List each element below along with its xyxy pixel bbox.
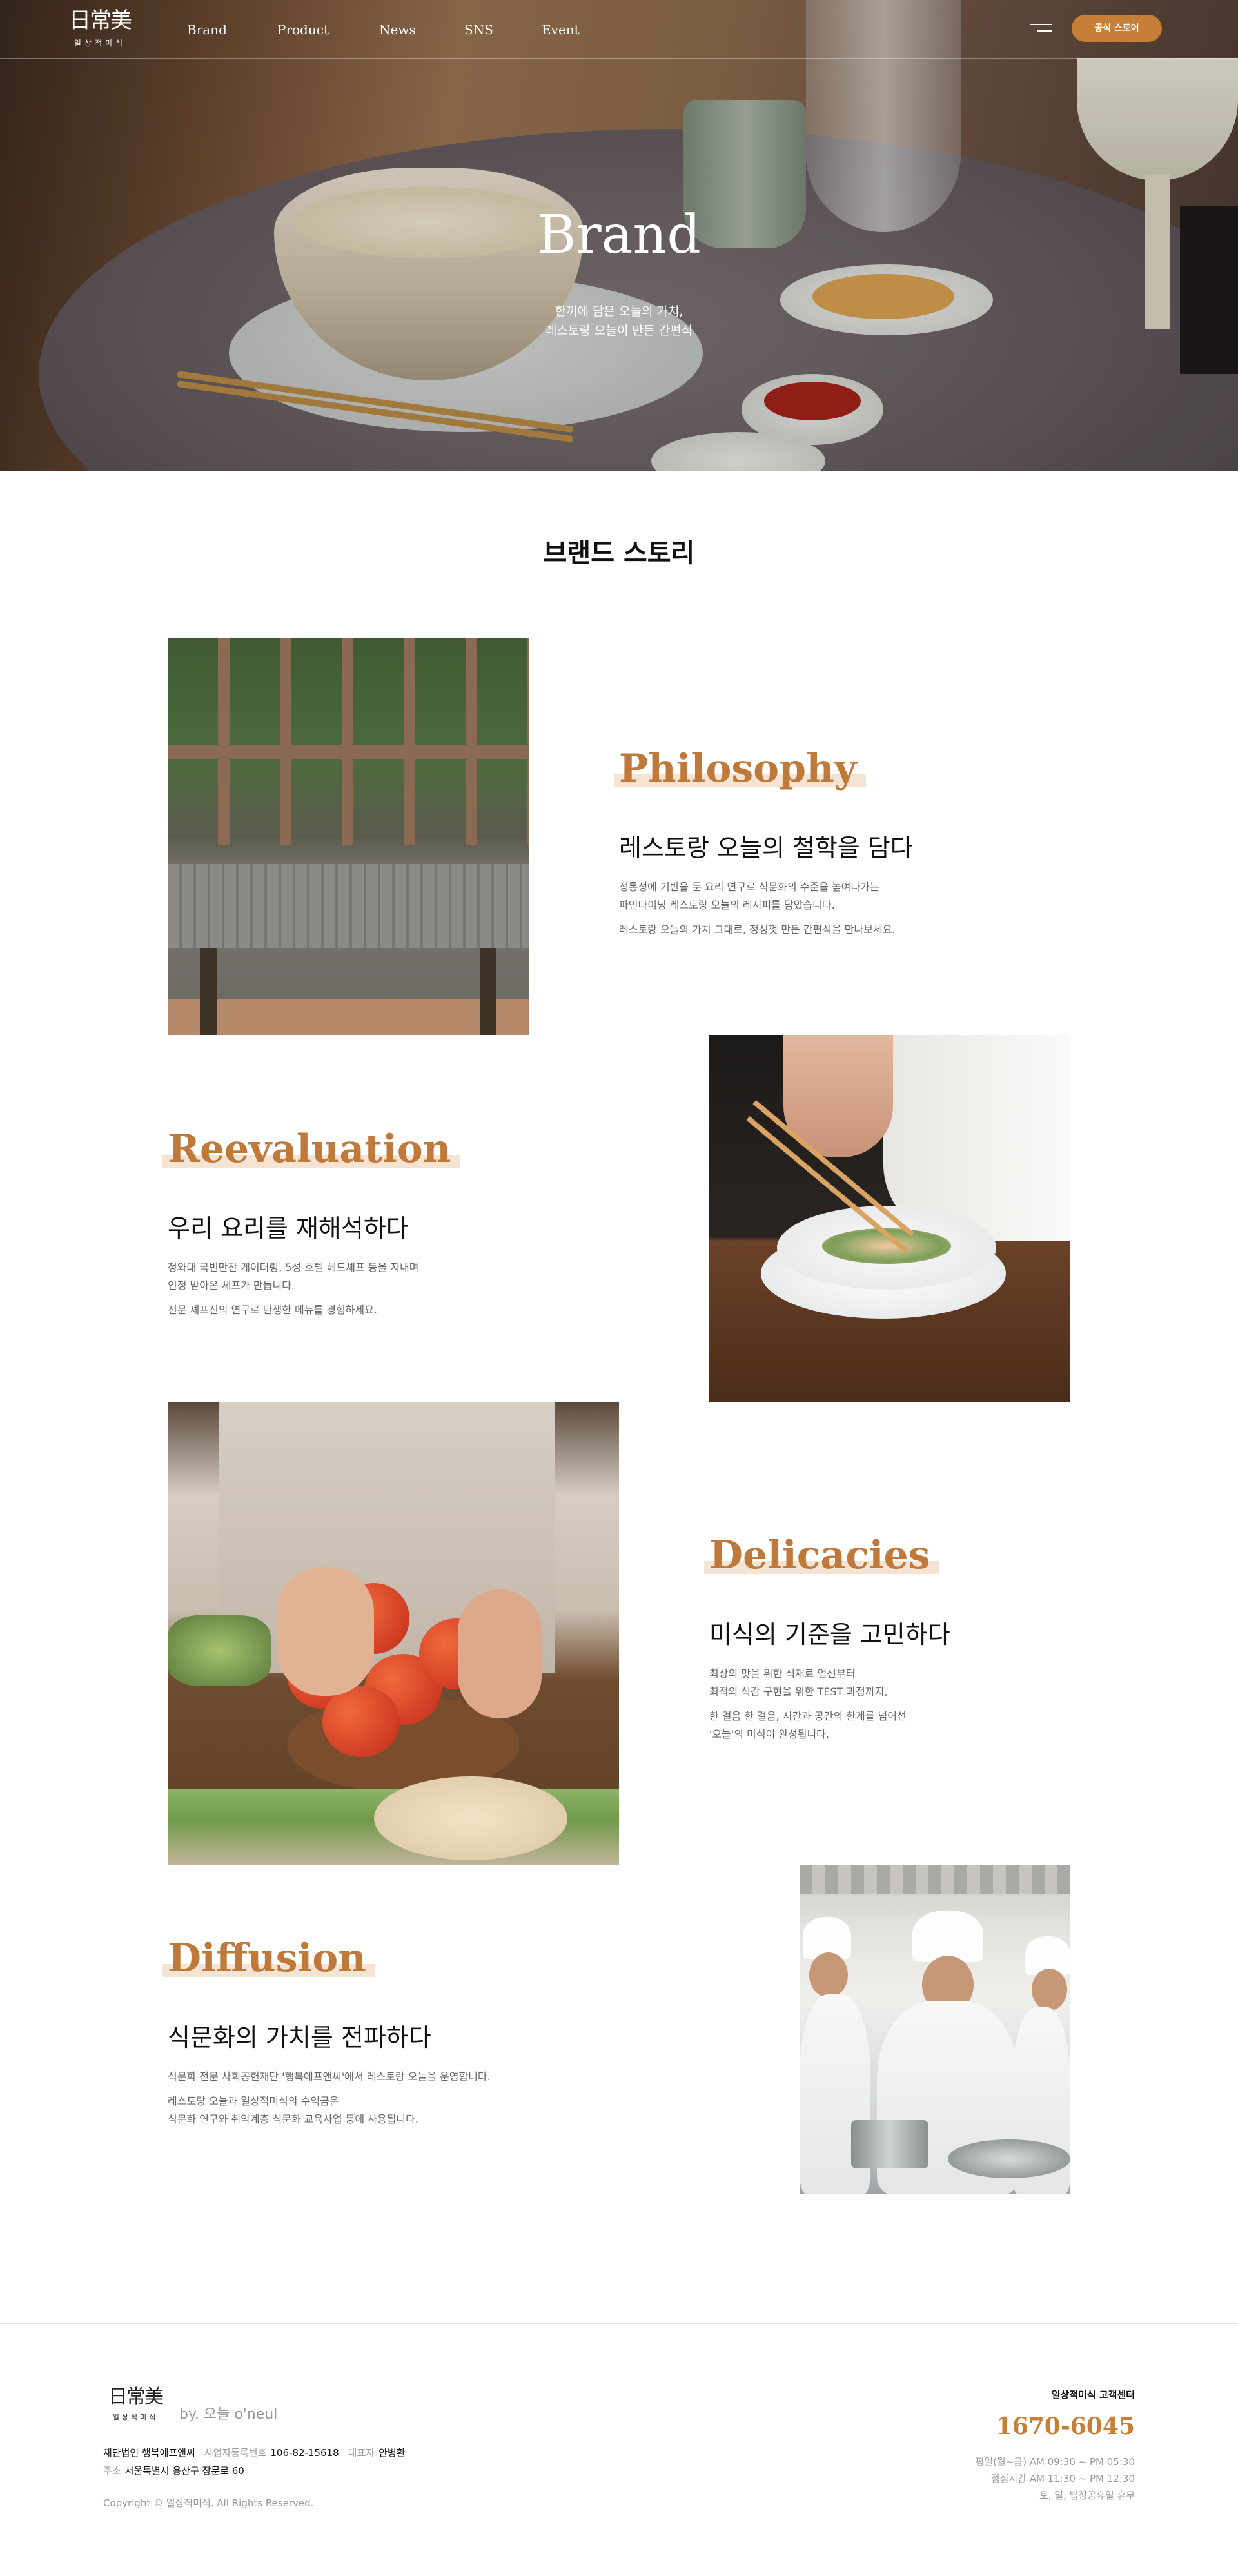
body-line: 레스토랑 오늘과 일상적미식의 수익금은 — [168, 2095, 339, 2107]
footer-divider — [0, 2323, 1238, 2324]
diffusion-body: 식문화 전문 사회공헌재단 '행복에프앤씨'에서 레스토랑 오늘을 운영합니다.… — [168, 2068, 491, 2129]
footer-company-info: 재단법인 행복에프앤씨 사업자등록번호 106-82-15618 대표자 안병환 주소 서… — [103, 2444, 405, 2480]
hero-subtitle-line: 레스토랑 오늘이 만든 간편식 — [545, 324, 693, 338]
body-line: 최적의 식감 구현을 위한 TEST 과정까지, — [709, 1686, 888, 1698]
footer-logo-subtitle: 일상적미식 — [112, 2413, 159, 2421]
nav-event[interactable]: Event — [542, 21, 580, 38]
nav-brand[interactable]: Brand — [187, 21, 227, 38]
philosophy-body: 정통성에 기반을 둔 요리 연구로 식문화의 수준을 높여나가는 파인다이닝 레… — [619, 878, 896, 939]
header-divider — [0, 58, 1238, 59]
hours-line: 토, 일, 법정공휴일 휴무 — [1039, 2490, 1135, 2501]
philosophy-subheading: 레스토랑 오늘의 철학을 담다 — [619, 834, 913, 862]
body-line: 레스토랑 오늘의 가치 그대로, 정성껏 만든 간편식을 만나보세요. — [619, 923, 896, 936]
footer-logo-mark: 日常美 — [108, 2386, 164, 2408]
body-line: 정통성에 기반을 둔 요리 연구로 식문화의 수준을 높여나가는 — [619, 881, 879, 893]
menu-icon[interactable] — [1030, 21, 1052, 35]
copyright: Copyright © 일상적미식. All Rights Reserved. — [103, 2497, 314, 2509]
body-line: 파인다이닝 레스토랑 오늘의 레시피를 담았습니다. — [619, 899, 835, 911]
nav-news[interactable]: News — [379, 21, 416, 38]
body-line: '오늘'의 미식이 완성됩니다. — [709, 1728, 829, 1740]
chef-plating-photo — [709, 1035, 1070, 1402]
hero-subtitle-line: 한끼에 담은 오늘의 가치, — [555, 304, 683, 319]
logo-mark: 日常美 — [69, 8, 132, 34]
delicacies-body: 최상의 맛을 위한 식재료 엄선부터 최적의 식감 구현을 위한 TEST 과정… — [709, 1665, 907, 1744]
site-logo[interactable]: 日常美 일상적미식 — [64, 8, 135, 53]
delicacies-subheading: 미식의 기준을 고민하다 — [709, 1620, 950, 1649]
body-line: 전문 셰프진의 연구로 탄생한 메뉴를 경험하세요. — [168, 1304, 377, 1316]
reevaluation-body: 청와대 국빈만찬 케이터링, 5성 호텔 헤드셰프 등을 지내며 인정 받아온 … — [168, 1259, 418, 1319]
philosophy-heading: Philosophy — [614, 745, 866, 792]
delicacies-heading: Delicacies — [704, 1531, 939, 1579]
address: 서울특별시 용산구 장문로 60 — [124, 2465, 244, 2477]
company-name: 재단법인 행복에프앤씨 — [103, 2447, 195, 2459]
hero-subtitle: 한끼에 담은 오늘의 가치, 레스토랑 오늘이 만든 간편식 — [490, 302, 748, 340]
body-line: 청와대 국빈만찬 케이터링, 5성 호텔 헤드셰프 등을 지내며 — [168, 1261, 419, 1273]
customer-center-hours: 평일(월~금) AM 09:30 ~ PM 05:30 점심시간 AM 11:3… — [877, 2453, 1135, 2504]
biz-no: 106-82-15618 — [270, 2447, 339, 2459]
body-line: 인정 받아온 셰프가 만듭니다. — [168, 1279, 295, 1292]
footer-logo[interactable]: 日常美 일상적미식 — [103, 2386, 168, 2422]
address-label: 주소 — [103, 2465, 121, 2477]
footer-by-oneul: by. 오늘 o'neul — [179, 2406, 278, 2423]
chefs-kitchen-photo — [800, 1865, 1070, 2194]
page-title: 브랜드 스토리 — [543, 538, 695, 568]
terrace-table-photo — [168, 638, 529, 1035]
body-line: 한 걸음 한 걸음, 시간과 공간의 한계를 넘어선 — [709, 1710, 907, 1722]
ceo-label: 대표자 — [348, 2447, 375, 2459]
ceo-name: 안병환 — [378, 2447, 406, 2459]
hero-banner: 日常美 일상적미식 Brand Product News SNS Event 공… — [0, 0, 1238, 471]
diffusion-subheading: 식문화의 가치를 전파하다 — [168, 2023, 431, 2052]
diffusion-heading: Diffusion — [162, 1934, 375, 1982]
logo-subtitle: 일상적미식 — [74, 39, 126, 48]
official-store-button[interactable]: 공식 스토어 — [1072, 15, 1162, 42]
nav-sns[interactable]: SNS — [464, 21, 493, 38]
reevaluation-subheading: 우리 요리를 재해석하다 — [168, 1214, 409, 1243]
body-line: 식문화 연구와 취약계층 식문화 교육사업 등에 사용됩니다. — [168, 2113, 418, 2125]
reevaluation-heading: Reevaluation — [162, 1125, 460, 1173]
body-line: 식문화 전문 사회공헌재단 '행복에프앤씨'에서 레스토랑 오늘을 운영합니다. — [168, 2070, 491, 2083]
customer-center-phone[interactable]: 1670-6045 — [877, 2410, 1135, 2443]
biz-no-label: 사업자등록번호 — [204, 2447, 267, 2459]
tomato-ingredients-photo — [168, 1402, 619, 1865]
hours-line: 평일(월~금) AM 09:30 ~ PM 05:30 — [975, 2456, 1135, 2468]
body-line: 최상의 맛을 위한 식재료 엄선부터 — [709, 1667, 856, 1680]
customer-center-title: 일상적미식 고객센터 — [1051, 2389, 1135, 2401]
hero-title: Brand — [537, 204, 701, 266]
nav-product[interactable]: Product — [277, 21, 329, 38]
hours-line: 점심시간 AM 11:30 ~ PM 12:30 — [990, 2473, 1135, 2484]
